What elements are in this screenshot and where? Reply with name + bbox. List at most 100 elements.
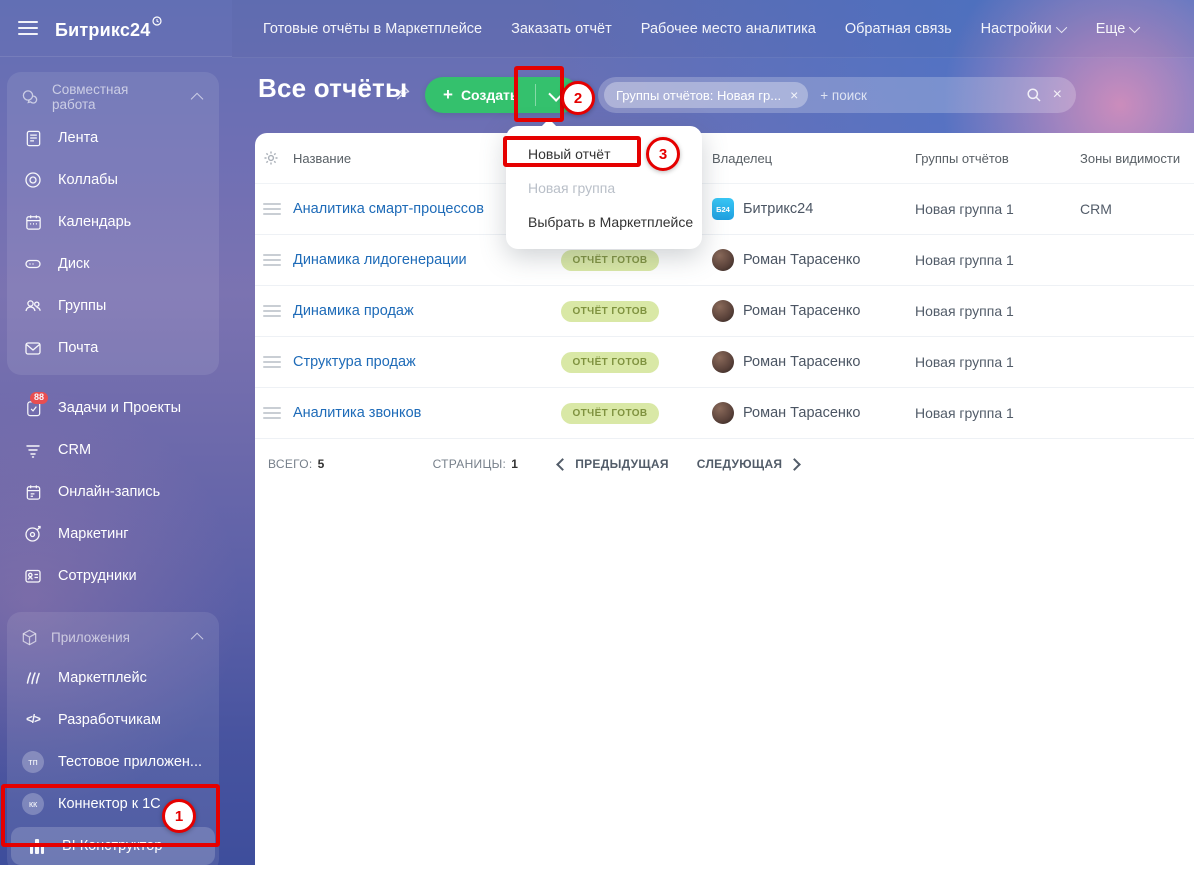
connector-initials: кк [22,793,44,815]
report-link[interactable]: Динамика продаж [293,303,530,319]
sidebar-item-developers[interactable]: </> Разработчикам [7,699,219,741]
report-zones: CRM [1070,201,1194,217]
bar-chart-icon [24,838,50,854]
pin-icon[interactable] [394,85,411,102]
sidebar-item-marketplace[interactable]: Маркетплейс [7,657,219,699]
code-icon: </> [20,714,46,726]
menu-settings[interactable]: Настройки [981,21,1067,37]
sidebar-item-bi-constructor[interactable]: BI Конструктор [11,827,215,865]
status-badge: ОТЧЁТ ГОТОВ [561,352,658,373]
avatar [712,300,734,322]
tasks-counter-badge: 88 [30,392,48,404]
sidebar-item-label: BI Конструктор [62,838,162,854]
app-logo[interactable]: Битрикс24 [55,16,162,41]
sidebar-item-label: Разработчикам [58,712,161,728]
table-row[interactable]: Динамика продаж ОТЧЁТ ГОТОВ Роман Тарасе… [255,286,1194,337]
table-row[interactable]: Аналитика смарт-процессов Б24Битрикс24 Н… [255,184,1194,235]
grid-footer: ВСЕГО:5 СТРАНИЦЫ: 1 ПРЕДЫДУЩАЯ СЛЕДУЮЩАЯ [255,439,1194,489]
table-row[interactable]: Динамика лидогенерации ОТЧЁТ ГОТОВ Роман… [255,235,1194,286]
table-row[interactable]: Аналитика звонков ОТЧЁТ ГОТОВ Роман Тара… [255,388,1194,439]
sidebar-item-booking[interactable]: Онлайн-запись [7,471,219,513]
create-button[interactable]: + Создать [425,77,579,113]
sidebar-item-label: Почта [58,340,98,356]
chevron-down-icon [1129,21,1140,32]
sidebar-item-drive[interactable]: Диск [7,243,219,285]
sidebar-item-label: Коллабы [58,172,118,188]
chat-bubbles-icon [20,87,40,107]
report-link[interactable]: Аналитика звонков [293,405,530,421]
report-groups: Новая группа 1 [905,303,1070,319]
column-header-zones[interactable]: Зоны видимости [1070,151,1194,166]
sidebar-item-groups[interactable]: Группы [7,285,219,327]
menu-item-new-group[interactable]: Новая группа [506,171,702,205]
owner-name[interactable]: Роман Тарасенко [743,303,860,319]
total-counter: ВСЕГО:5 [268,457,325,471]
avatar [712,249,734,271]
sidebar-section-apps[interactable]: Приложения [7,617,219,657]
sidebar-item-crm[interactable]: CRM [7,429,219,471]
sidebar-item-label: Диск [58,256,90,272]
pages-label: СТРАНИЦЫ: [433,457,507,471]
drag-handle-icon[interactable] [263,259,281,261]
sidebar-section-label: Приложения [51,630,130,645]
search-icon[interactable] [1026,87,1042,103]
menu-feedback[interactable]: Обратная связь [845,21,952,37]
owner-name[interactable]: Битрикс24 [743,201,813,217]
sidebar-item-staff[interactable]: Сотрудники [7,555,219,597]
sidebar-item-marketing[interactable]: Маркетинг [7,513,219,555]
grid-settings-gear-icon[interactable] [255,150,293,166]
chip-close-icon[interactable]: × [790,87,798,103]
connector-icon: кк [20,793,46,815]
search-bar[interactable]: Группы отчётов: Новая гр... × + поиск × [598,77,1076,113]
menu-order-report[interactable]: Заказать отчёт [511,21,612,37]
create-button-main[interactable]: + Создать [425,77,535,113]
drag-handle-icon[interactable] [263,361,281,363]
drag-handle-icon[interactable] [263,310,281,312]
pages-value: 1 [511,457,518,471]
menu-more-label: Еще [1096,21,1126,37]
test-app-initials: тп [22,751,44,773]
owner-name[interactable]: Роман Тарасенко [743,405,860,421]
owner-name[interactable]: Роман Тарасенко [743,252,860,268]
feed-icon [20,129,46,148]
menu-more[interactable]: Еще [1096,21,1141,37]
column-header-groups[interactable]: Группы отчётов [905,151,1070,166]
sidebar-item-test-app[interactable]: тп Тестовое приложен... [7,741,219,783]
report-link[interactable]: Структура продаж [293,354,530,370]
chevron-up-icon[interactable] [191,92,203,104]
sidebar-item-label: Группы [58,298,106,314]
sidebar-item-collabs[interactable]: Коллабы [7,159,219,201]
avatar [712,351,734,373]
sidebar-item-mail[interactable]: Почта [7,327,219,369]
table-row[interactable]: Структура продаж ОТЧЁТ ГОТОВ Роман Тарас… [255,337,1194,388]
avatar [712,402,734,424]
sidebar: Битрикс24 Совместная работа Лента Коллаб… [0,0,232,865]
sidebar-item-tasks[interactable]: 88 Задачи и Проекты [7,387,219,429]
annotation-step-2: 2 [561,81,595,115]
hamburger-menu-icon[interactable] [18,27,38,29]
chevron-down-icon [1056,21,1067,32]
sidebar-item-label: Тестовое приложен... [58,754,202,770]
sidebar-section-collaboration[interactable]: Совместная работа [7,77,219,117]
search-clear-icon[interactable]: × [1053,87,1062,103]
sidebar-item-label: Сотрудники [58,568,137,584]
total-value: 5 [318,457,325,471]
drag-handle-icon[interactable] [263,208,281,210]
report-link[interactable]: Динамика лидогенерации [293,252,530,268]
column-header-owner[interactable]: Владелец [690,151,905,166]
menu-analyst-workspace[interactable]: Рабочее место аналитика [641,21,816,37]
next-page-button[interactable]: СЛЕДУЮЩАЯ [697,457,800,471]
sidebar-item-calendar[interactable]: Календарь [7,201,219,243]
prev-page-button[interactable]: ПРЕДЫДУЩАЯ [558,457,669,471]
calendar-icon [20,213,46,232]
drag-handle-icon[interactable] [263,412,281,414]
menu-ready-reports[interactable]: Готовые отчёты в Маркетплейсе [263,21,482,37]
filter-chip[interactable]: Группы отчётов: Новая гр... × [604,82,808,108]
sidebar-item-feed[interactable]: Лента [7,117,219,159]
owner-name[interactable]: Роман Тарасенко [743,354,860,370]
report-link[interactable]: Аналитика смарт-процессов [293,201,530,217]
menu-item-choose-marketplace[interactable]: Выбрать в Маркетплейсе [506,205,702,239]
chevron-up-icon[interactable] [191,632,204,645]
column-header-name[interactable]: Название [293,151,530,166]
search-placeholder[interactable]: + поиск [820,88,1025,103]
